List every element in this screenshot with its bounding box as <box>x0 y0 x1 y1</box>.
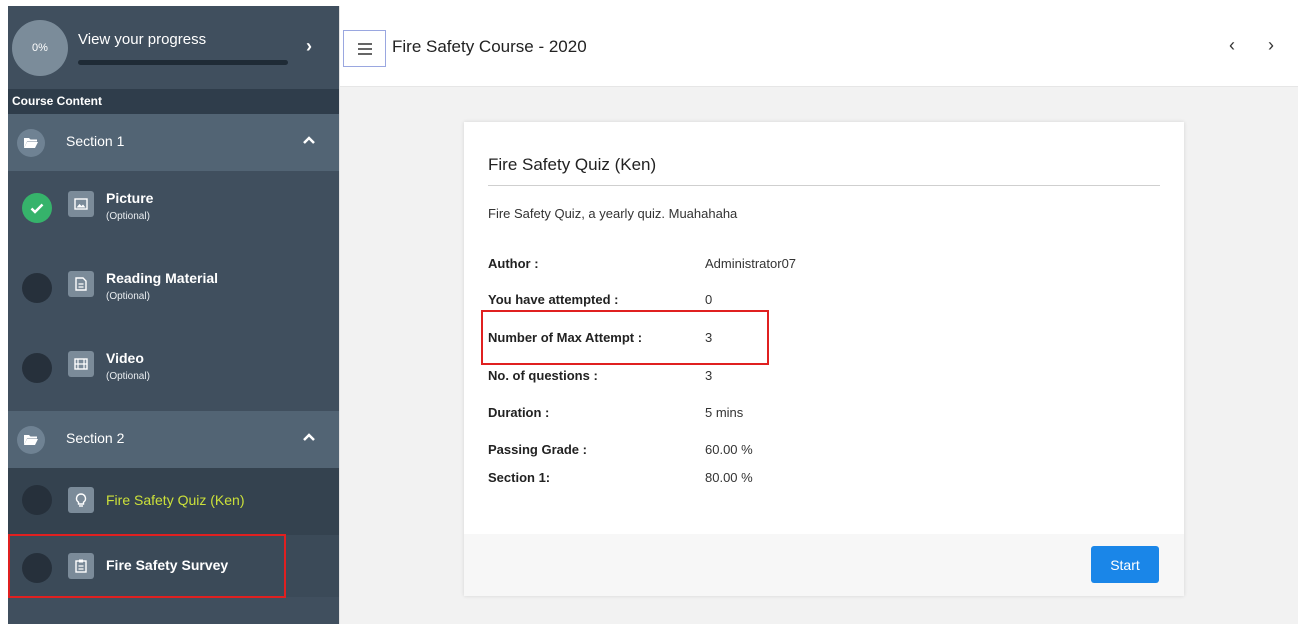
progress-title: View your progress <box>78 31 207 48</box>
quiz-section-grade-label: Section 1: <box>488 470 551 485</box>
sidebar-item-label: Reading Material <box>106 270 219 286</box>
sidebar-item-sub: (Optional) <box>106 291 150 302</box>
chevron-right-icon[interactable]: › <box>306 36 312 57</box>
sidebar-item-reading-material[interactable]: Reading Material (Optional) <box>8 251 339 331</box>
sidebar-item-picture[interactable]: Picture (Optional) <box>8 171 339 251</box>
sidebar-item-label: Video <box>106 350 144 366</box>
quiz-passing-grade-value: 60.00 % <box>705 442 753 457</box>
highlight-box-survey <box>8 534 286 598</box>
progress-bar <box>78 60 288 65</box>
quiz-section-grade-value: 80.00 % <box>705 470 753 485</box>
status-dot <box>22 273 52 303</box>
quiz-attempted-label: You have attempted : <box>488 292 619 307</box>
document-icon <box>68 271 94 297</box>
quiz-author-value: Administrator07 <box>705 256 797 271</box>
quiz-passing-grade-label: Passing Grade : <box>488 442 587 457</box>
status-dot <box>22 353 52 383</box>
chevron-up-icon[interactable] <box>303 131 315 147</box>
section-label: Section 2 <box>66 430 125 446</box>
quiz-title: Fire Safety Quiz (Ken) <box>488 155 657 174</box>
quiz-card: Fire Safety Quiz (Ken) Fire Safety Quiz,… <box>464 122 1184 596</box>
sidebar-item-sub: (Optional) <box>106 371 150 382</box>
start-button[interactable]: Start <box>1091 546 1159 583</box>
divider <box>488 185 1160 186</box>
quiz-duration-label: Duration : <box>488 405 550 420</box>
section-label: Section 1 <box>66 133 125 149</box>
course-title: Fire Safety Course - 2020 <box>392 37 587 56</box>
quiz-attempted-value: 0 <box>705 292 713 307</box>
sidebar-item-sub: (Optional) <box>106 211 150 222</box>
sidebar-item-video[interactable]: Video (Optional) <box>8 331 339 411</box>
chevron-left-icon[interactable]: ‹ <box>1229 35 1235 56</box>
quiz-description: Fire Safety Quiz, a yearly quiz. Muahaha… <box>488 206 738 221</box>
progress-header[interactable]: 0% View your progress › <box>8 6 339 83</box>
film-icon <box>68 351 94 377</box>
app-frame: 0% View your progress › Course Content S… <box>8 6 1298 624</box>
quiz-author-label: Author : <box>488 256 539 271</box>
quiz-duration-value: 5 mins <box>705 405 744 420</box>
main-content: Fire Safety Course - 2020 ‹ › Fire Safet… <box>339 6 1298 624</box>
course-content-label: Course Content <box>8 89 339 114</box>
chevron-up-icon[interactable] <box>303 428 315 444</box>
menu-toggle-button[interactable] <box>343 30 386 67</box>
topbar: Fire Safety Course - 2020 ‹ › <box>340 6 1298 87</box>
lightbulb-icon <box>68 487 94 513</box>
quiz-questions-label: No. of questions : <box>488 368 598 383</box>
status-dot <box>22 485 52 515</box>
sidebar: 0% View your progress › Course Content S… <box>8 6 339 624</box>
chevron-right-icon[interactable]: › <box>1268 35 1274 56</box>
card-footer: Start <box>464 534 1184 596</box>
section-header-2[interactable]: Section 2 <box>8 411 339 468</box>
folder-open-icon <box>17 426 45 454</box>
image-icon <box>68 191 94 217</box>
completed-check-icon <box>22 193 52 223</box>
hamburger-icon <box>357 42 372 55</box>
sidebar-item-label: Fire Safety Quiz (Ken) <box>106 492 245 508</box>
progress-circle: 0% <box>12 20 68 76</box>
sidebar-item-label: Picture <box>106 190 154 206</box>
highlight-box-max-attempt <box>481 310 769 365</box>
folder-open-icon <box>17 129 45 157</box>
section-header-1[interactable]: Section 1 <box>8 114 339 171</box>
quiz-questions-value: 3 <box>705 368 713 383</box>
sidebar-item-fire-safety-quiz[interactable]: Fire Safety Quiz (Ken) <box>8 468 339 535</box>
